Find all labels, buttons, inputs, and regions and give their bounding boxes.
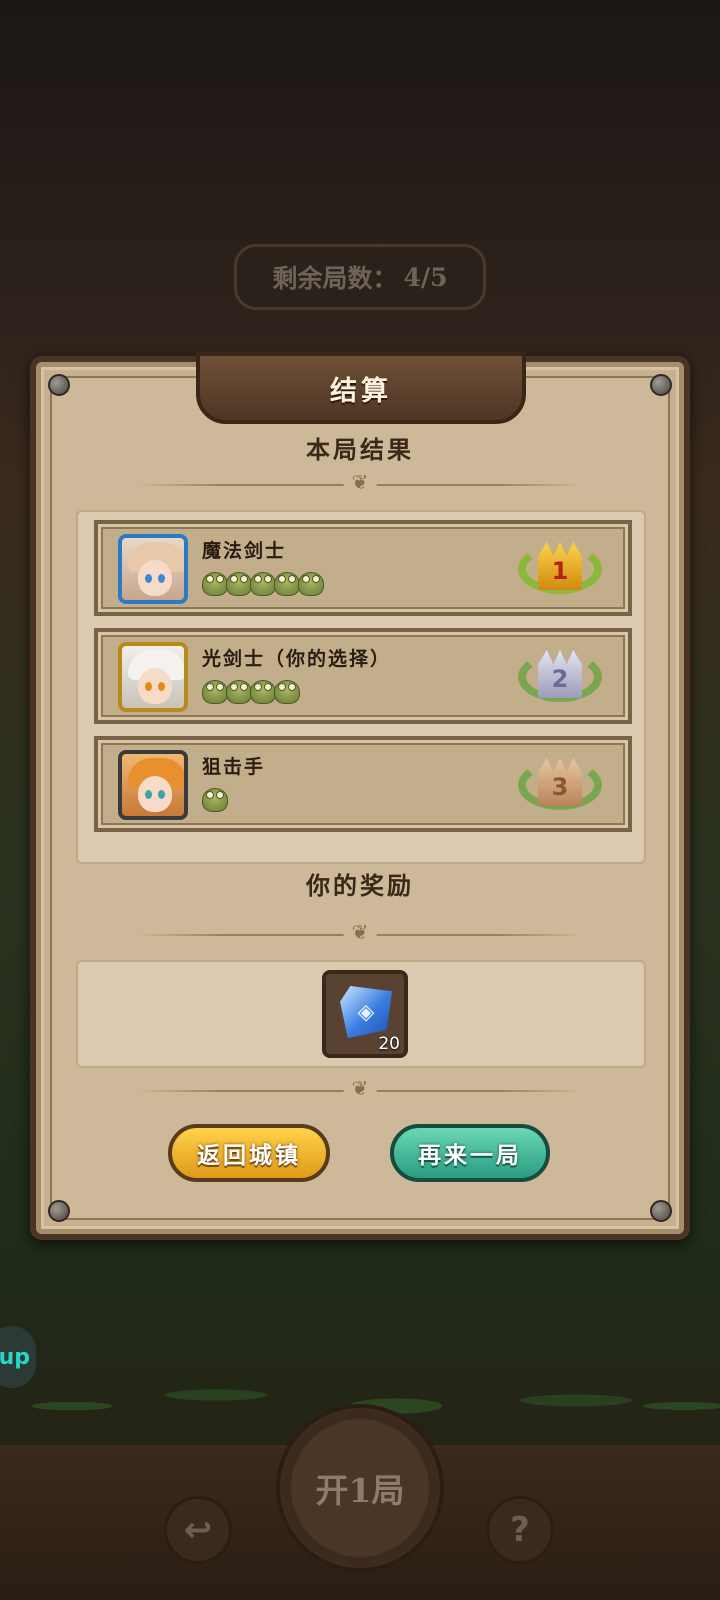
frog-icon [298, 572, 324, 596]
avatar-face [138, 668, 172, 704]
frog-icon [226, 680, 252, 704]
play-again-button[interactable]: 再来一局 [390, 1124, 550, 1182]
remaining-rounds-value: 4/5 [403, 262, 448, 292]
dialog-title: 结算 [330, 375, 392, 407]
reward-count: 20 [378, 1034, 400, 1054]
frog-icon [226, 572, 252, 596]
rewards-divider [136, 928, 584, 942]
rewards-panel: ◈ 20 [76, 960, 646, 1068]
remaining-rounds-counter: 剩余局数： 4/5 [234, 244, 486, 310]
help-icon[interactable]: ? [486, 1496, 554, 1564]
frog-icon [250, 572, 276, 596]
player-name: 狙击手 [202, 756, 266, 778]
frog-icon [202, 680, 228, 704]
result-row-3: 狙击手 3 [94, 736, 632, 832]
avatar-light-swordsman[interactable] [118, 642, 188, 712]
result-row-2: 光剑士（你的选择） 2 [94, 628, 632, 724]
frog-score [202, 680, 300, 704]
bolt-icon [650, 374, 672, 396]
avatar-sniper[interactable] [118, 750, 188, 820]
start-round-button[interactable]: 开1局 [276, 1404, 444, 1572]
results-list: 魔法剑士 1 光剑士（你的选择） 2 狙击手 3 [76, 510, 646, 864]
avatar-magic-swordsman[interactable] [118, 534, 188, 604]
frog-score [202, 788, 228, 812]
undo-icon[interactable]: ↩ [164, 1496, 232, 1564]
frog-icon [202, 788, 228, 812]
bolt-icon [48, 374, 70, 396]
side-tab[interactable]: up [0, 1326, 36, 1388]
buttons-divider [136, 1084, 584, 1098]
remaining-rounds-label: 剩余局数： [272, 264, 398, 293]
results-divider [136, 478, 584, 492]
rank-3-crown-icon: 3 [518, 754, 602, 816]
rank-1-crown-icon: 1 [518, 538, 602, 600]
rank-2-crown-icon: 2 [518, 646, 602, 708]
blue-gem-icon: ◈ [340, 986, 392, 1038]
avatar-face [138, 560, 172, 596]
player-name: 光剑士（你的选择） [202, 648, 392, 670]
avatar-face [138, 776, 172, 812]
frog-icon [250, 680, 276, 704]
reward-item[interactable]: ◈ 20 [322, 970, 408, 1058]
frog-icon [202, 572, 228, 596]
result-row-1: 魔法剑士 1 [94, 520, 632, 616]
rank-number: 1 [538, 542, 582, 590]
back-to-town-button[interactable]: 返回城镇 [168, 1124, 330, 1182]
results-title: 本局结果 [306, 435, 414, 464]
rewards-title: 你的奖励 [306, 871, 414, 900]
frog-icon [274, 680, 300, 704]
frog-score [202, 572, 324, 596]
rank-number: 3 [538, 758, 582, 806]
bolt-icon [650, 1200, 672, 1222]
frog-icon [274, 572, 300, 596]
rank-number: 2 [538, 650, 582, 698]
dialog-title-tab: 结算 [196, 352, 526, 424]
player-name: 魔法剑士 [202, 540, 287, 562]
bolt-icon [48, 1200, 70, 1222]
